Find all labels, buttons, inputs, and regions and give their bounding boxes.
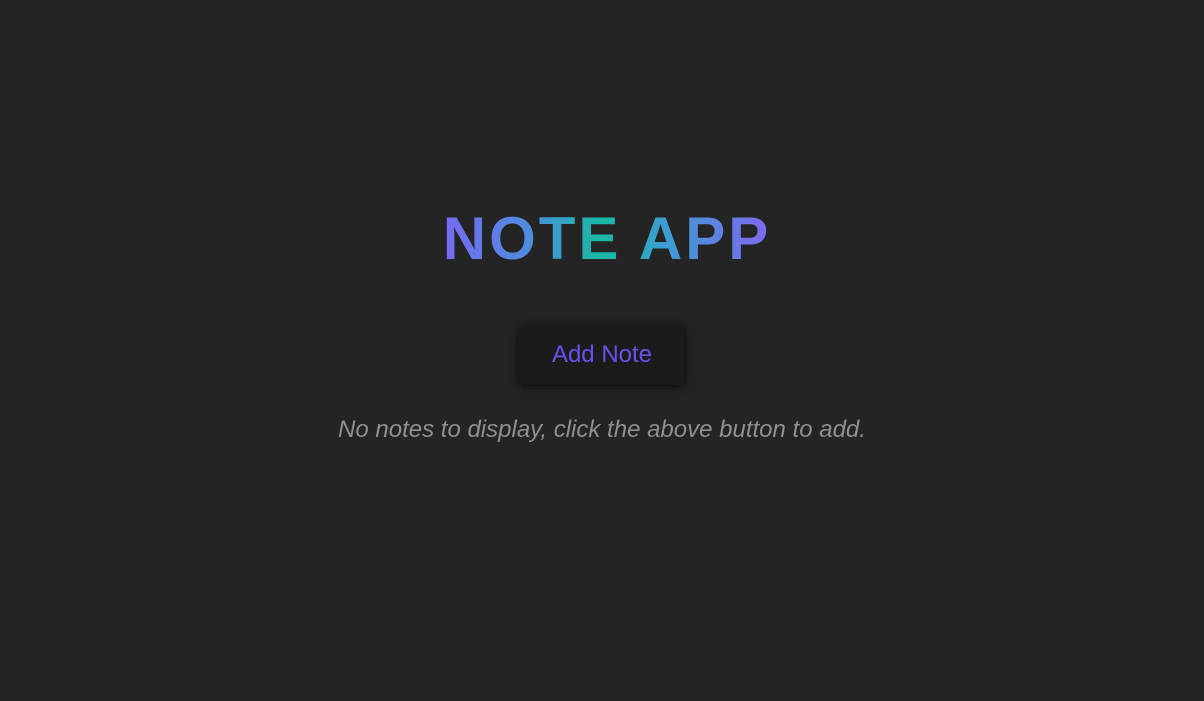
note-app-container: NOTE APP Add Note No notes to display, c… [0,0,1204,701]
empty-notes-message: No notes to display, click the above but… [338,416,866,443]
add-note-button[interactable]: Add Note [519,325,685,385]
page-title: NOTE APP [433,206,771,272]
